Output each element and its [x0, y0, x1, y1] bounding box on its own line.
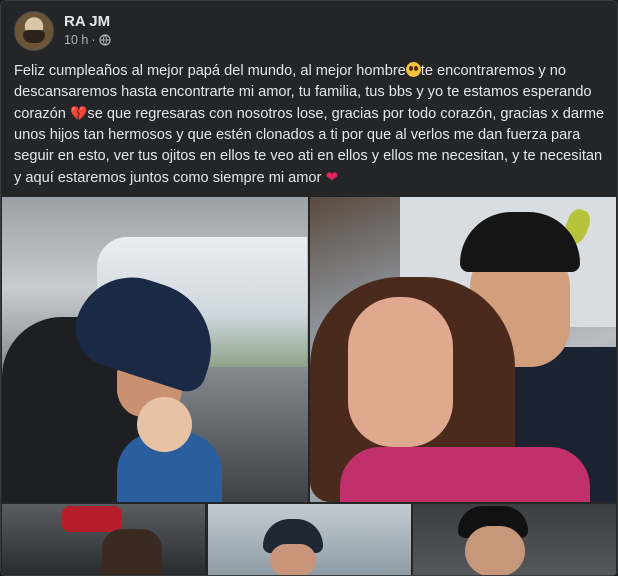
woman-face [348, 297, 453, 447]
author-name[interactable]: RA JM [64, 13, 110, 30]
woman-top [340, 447, 590, 502]
globe-icon[interactable] [98, 34, 111, 46]
photo-thumbnail-1[interactable] [2, 504, 205, 575]
photo-thumbnails [2, 504, 616, 575]
pleading-face-icon [405, 62, 421, 77]
photo-couple-selfie[interactable] [310, 197, 616, 502]
post-text-part-1: Feliz cumpleaños al mejor papá del mundo… [14, 63, 406, 79]
meta-separator: · [91, 33, 96, 47]
photo-thumbnail-2[interactable] [208, 504, 411, 575]
post-text-part-3: se que regresaras con nosotros lose, gra… [14, 106, 605, 186]
post-time[interactable]: 10 h [64, 33, 88, 47]
post-meta: 10 h · [64, 33, 111, 47]
baby-head [137, 397, 192, 452]
red-heart-icon: ❤ [325, 169, 339, 186]
broken-heart-icon: 💔 [69, 105, 88, 121]
post-text: Feliz cumpleaños al mejor papá del mundo… [14, 61, 606, 189]
photo-thumbnail-3[interactable] [413, 504, 616, 575]
post-card: RA JM 10 h · Feliz cumpleaños al mejor p… [0, 0, 618, 576]
photo-father-baby[interactable] [2, 197, 308, 502]
avatar[interactable] [14, 11, 54, 51]
post-header: RA JM 10 h · [14, 11, 604, 51]
